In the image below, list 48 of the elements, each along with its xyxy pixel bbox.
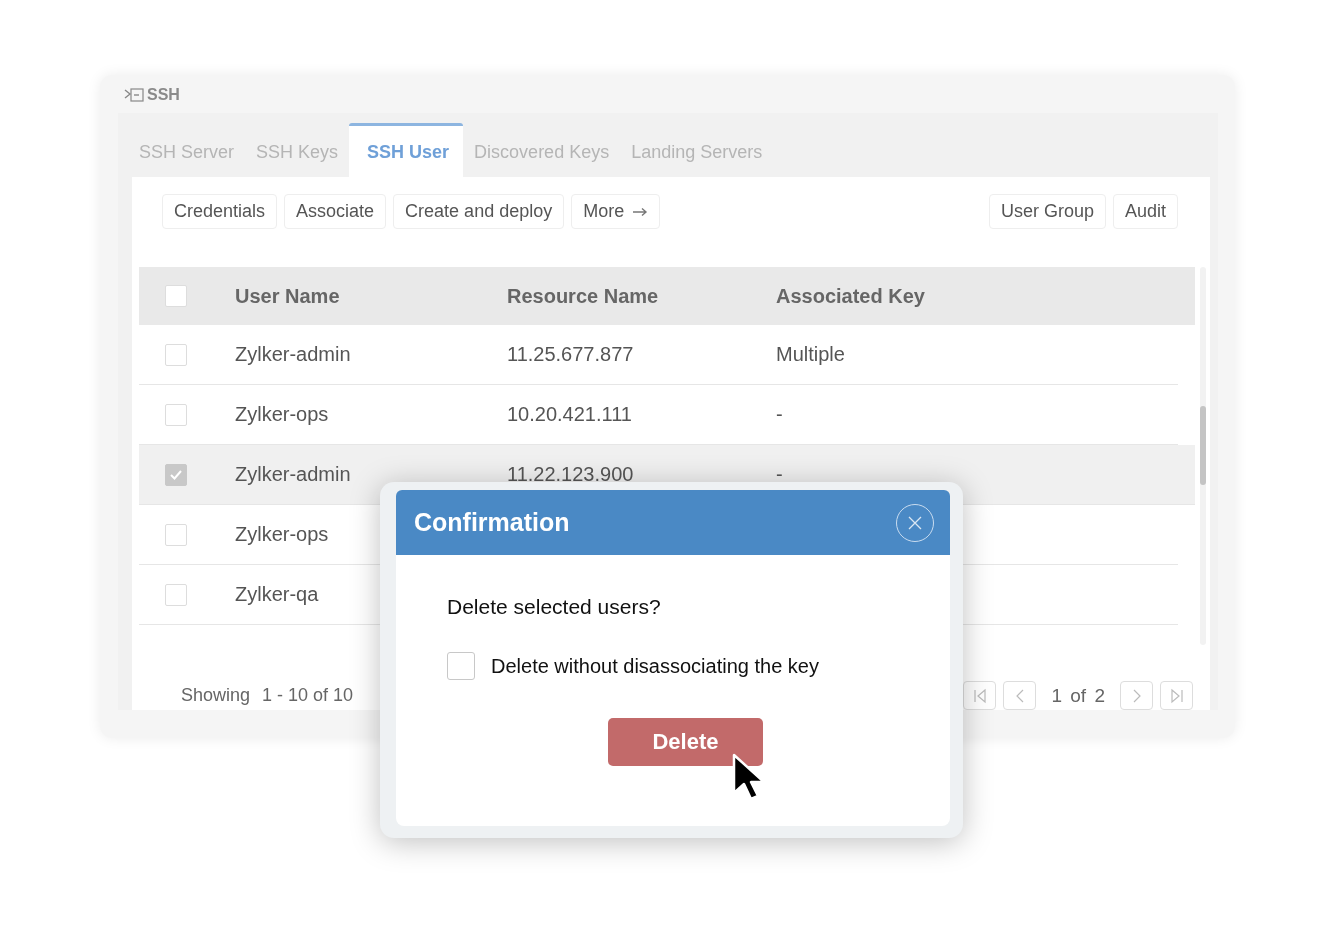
toolbar-button[interactable]: Associate	[284, 194, 387, 229]
record-range: 1 - 10 of 10	[262, 685, 354, 706]
toolbar-button[interactable]: Create and deploy	[393, 194, 565, 229]
table-cell: Zylker-admin	[235, 463, 351, 485]
checkbox[interactable]	[165, 583, 187, 606]
checkbox[interactable]	[165, 285, 187, 307]
dialog-title: Confirmation	[414, 508, 570, 537]
table-cell: Zylker-ops	[235, 523, 329, 545]
table-cell: -	[776, 463, 783, 485]
last-page-icon	[1169, 687, 1184, 704]
table-cell: -	[776, 403, 783, 425]
toolbar-button[interactable]: Credentials	[162, 194, 278, 229]
column-header: User Name	[235, 284, 341, 308]
delete-button[interactable]: Delete	[608, 718, 763, 766]
table-cell: 10.20.421.111	[507, 403, 632, 425]
table-cell: 11.25.677.877	[507, 343, 634, 365]
previous-page-button[interactable]	[1003, 681, 1037, 710]
checkbox[interactable]	[447, 652, 475, 680]
checkbox[interactable]	[165, 463, 187, 486]
checkbox[interactable]	[165, 343, 187, 366]
table-cell: Zylker-ops	[235, 403, 329, 425]
toolbar-button[interactable]: More	[571, 194, 661, 229]
first-page-button[interactable]	[963, 681, 997, 710]
table-cell: Zylker-qa	[235, 583, 319, 605]
window-title: SSH	[147, 86, 180, 104]
column-header: Associated Key	[776, 284, 926, 308]
close-icon	[908, 515, 922, 530]
checkbox-label: Delete without disassociating the key	[491, 654, 819, 678]
toolbar-button[interactable]: User Group	[988, 194, 1106, 229]
showing-label: Showing	[181, 685, 251, 706]
table-cell: Multiple	[776, 343, 845, 365]
page-indicator: 1 of 2	[1050, 684, 1106, 707]
checkbox[interactable]	[165, 403, 187, 426]
column-header: Resource Name	[507, 284, 660, 308]
first-page-icon	[972, 687, 987, 704]
dialog-question: Delete selected users?	[447, 595, 662, 619]
scrollbar-thumb[interactable]	[1200, 406, 1206, 485]
table-cell: Zylker-admin	[235, 343, 351, 365]
arrow-icon	[632, 206, 649, 217]
table-row[interactable]: Zylker-admin 11.25.677.877 Multiple	[139, 325, 1178, 385]
checkbox[interactable]	[165, 523, 187, 546]
checkmark-icon	[169, 468, 183, 481]
last-page-button[interactable]	[1160, 681, 1193, 710]
terminal-icon	[124, 88, 144, 102]
table-cell: 11.22.123.900	[507, 463, 634, 485]
scrollbar[interactable]	[1200, 267, 1206, 645]
toolbar-button[interactable]: Audit	[1112, 194, 1178, 229]
next-page-button[interactable]	[1120, 681, 1153, 710]
